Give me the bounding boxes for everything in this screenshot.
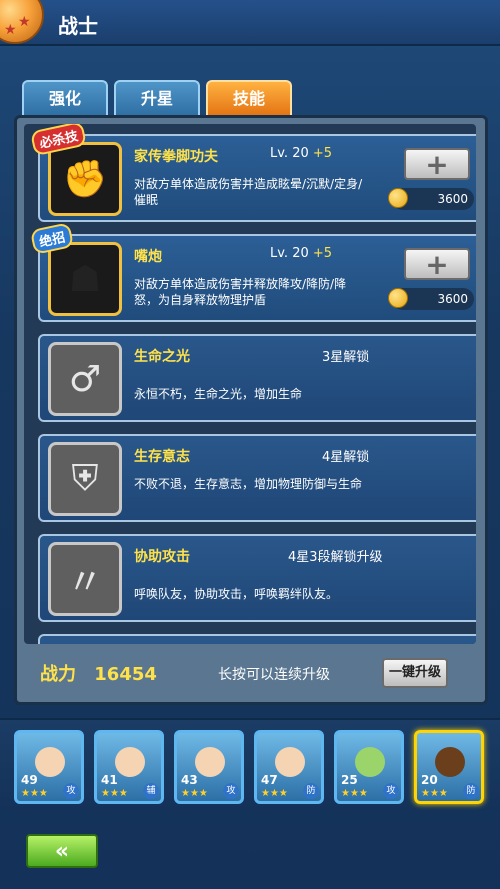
skills-list[interactable]: ✊ 必杀技 家传拳脚功夫 Lv. 20 +5 对敌方单体造成伤害并造成眩晕/沉默…: [24, 124, 476, 644]
upgrade-skill-button[interactable]: +: [404, 148, 470, 181]
hero-portrait: [195, 747, 225, 777]
unlock-condition: 4星3段解锁升级: [288, 550, 383, 565]
upgrade-skill-button[interactable]: +: [404, 248, 470, 281]
hero-stars: ★★★: [261, 788, 288, 799]
hero-portrait: [435, 747, 465, 777]
dragon-ball-icon: ★ ★: [0, 0, 44, 44]
hero-slot[interactable]: 43 ★★★ 攻: [174, 730, 244, 804]
combat-power: 战力 16454: [40, 664, 157, 685]
skill-description: 不败不退，生存意志，增加物理防御与生命: [134, 477, 363, 491]
hero-portrait: [115, 747, 145, 777]
hero-stars: ★★★: [181, 788, 208, 799]
hero-role-badge: 辅: [143, 783, 159, 799]
hero-role-badge: 攻: [383, 783, 399, 799]
coin-icon: [388, 188, 408, 208]
skill-card: ✊ 必杀技 家传拳脚功夫 Lv. 20 +5 对敌方单体造成伤害并造成眩晕/沉默…: [29, 124, 476, 222]
hero-level: 41: [101, 773, 118, 787]
top-bar: ★ ★ 战士: [0, 0, 500, 46]
slash-icon: 〃: [66, 562, 103, 603]
skill-name: 生命之光: [134, 349, 190, 365]
hero-level: 49: [21, 773, 38, 787]
hero-level: 43: [181, 773, 198, 787]
hero-slot[interactable]: 49 ★★★ 攻: [14, 730, 84, 804]
skill-card: [38, 634, 476, 644]
hero-stars: ★★★: [421, 788, 448, 799]
skill-name: 生存意志: [134, 449, 190, 465]
skill-icon-frame: 〃: [48, 542, 122, 616]
double-chevron-left-icon: «: [54, 838, 70, 864]
hero-slot[interactable]: 25 ★★★ 攻: [334, 730, 404, 804]
hero-slot-selected[interactable]: 20 ★★★ 防: [414, 730, 484, 804]
skill-icon-frame: ⛨: [48, 442, 122, 516]
hero-slot[interactable]: 41 ★★★ 辅: [94, 730, 164, 804]
hero-stars: ★★★: [341, 788, 368, 799]
tab-enhance[interactable]: 强化: [22, 80, 108, 116]
skill-name: 协助攻击: [134, 549, 190, 565]
skill-card: ⛨ 生存意志 4星解锁 不败不退，生存意志，增加物理防御与生命: [38, 434, 476, 522]
skill-name: 嘴炮: [134, 249, 162, 265]
skill-icon-frame: ☗: [48, 242, 122, 316]
coin-icon: [388, 288, 408, 308]
hero-level: 47: [261, 773, 278, 787]
fist-icon: ✊: [62, 159, 108, 200]
unlock-condition: 4星解锁: [322, 450, 370, 465]
tab-skills[interactable]: 技能: [206, 80, 292, 116]
unlock-condition: 3星解锁: [322, 350, 370, 365]
cost-label: 3600: [388, 188, 474, 210]
hero-role-badge: 攻: [63, 783, 79, 799]
hero-portrait: [35, 747, 65, 777]
page-title: 战士: [58, 14, 98, 38]
hero-stars: ★★★: [21, 788, 48, 799]
skill-icon-frame: ✊: [48, 142, 122, 216]
hero-stars: ★★★: [101, 788, 128, 799]
hero-strip[interactable]: 49 ★★★ 攻 41 ★★★ 辅 43 ★★★ 攻 47 ★★★ 防 25 ★…: [0, 718, 500, 810]
skill-icon-frame: ♂: [48, 342, 122, 416]
back-button[interactable]: «: [26, 834, 98, 868]
hint-text: 长按可以连续升级: [218, 667, 330, 683]
skill-card: ♂ 生命之光 3星解锁 永恒不朽，生命之光，增加生命: [38, 334, 476, 422]
skill-description: 对敌方单体造成伤害并释放降攻/降防/降怒，为自身释放物理护盾: [134, 277, 347, 307]
skill-level: Lv. 20 +5: [270, 246, 333, 261]
hero-portrait: [355, 747, 385, 777]
hero-slot[interactable]: 47 ★★★ 防: [254, 730, 324, 804]
tab-star-up[interactable]: 升星: [114, 80, 200, 116]
muscle-body-icon: ♂: [68, 358, 102, 400]
hero-portrait: [275, 747, 305, 777]
shield-icon: ⛨: [71, 458, 99, 499]
hero-level: 25: [341, 773, 358, 787]
hero-role-badge: 防: [303, 783, 319, 799]
skill-level: Lv. 20 +5: [270, 146, 333, 161]
hero-role-badge: 攻: [223, 783, 239, 799]
one-click-upgrade-button[interactable]: 一键升级: [382, 658, 448, 688]
skill-description: 呼唤队友，协助攻击，呼唤羁绊队友。: [134, 587, 339, 601]
character-silhouette-icon: ☗: [68, 258, 102, 300]
skill-card: 〃 协助攻击 4星3段解锁升级 呼唤队友，协助攻击，呼唤羁绊队友。: [38, 534, 476, 622]
skill-name: 家传拳脚功夫: [134, 149, 218, 165]
cost-label: 3600: [388, 288, 474, 310]
hero-role-badge: 防: [463, 783, 479, 799]
skill-description: 永恒不朽，生命之光，增加生命: [134, 387, 303, 401]
skill-description: 对敌方单体造成伤害并造成眩晕/沉默/定身/催眠: [134, 177, 363, 207]
hero-level: 20: [421, 773, 438, 787]
skill-card: ☗ 绝招 嘴炮 Lv. 20 +5 对敌方单体造成伤害并释放降攻/降防/降怒，为…: [29, 222, 476, 322]
